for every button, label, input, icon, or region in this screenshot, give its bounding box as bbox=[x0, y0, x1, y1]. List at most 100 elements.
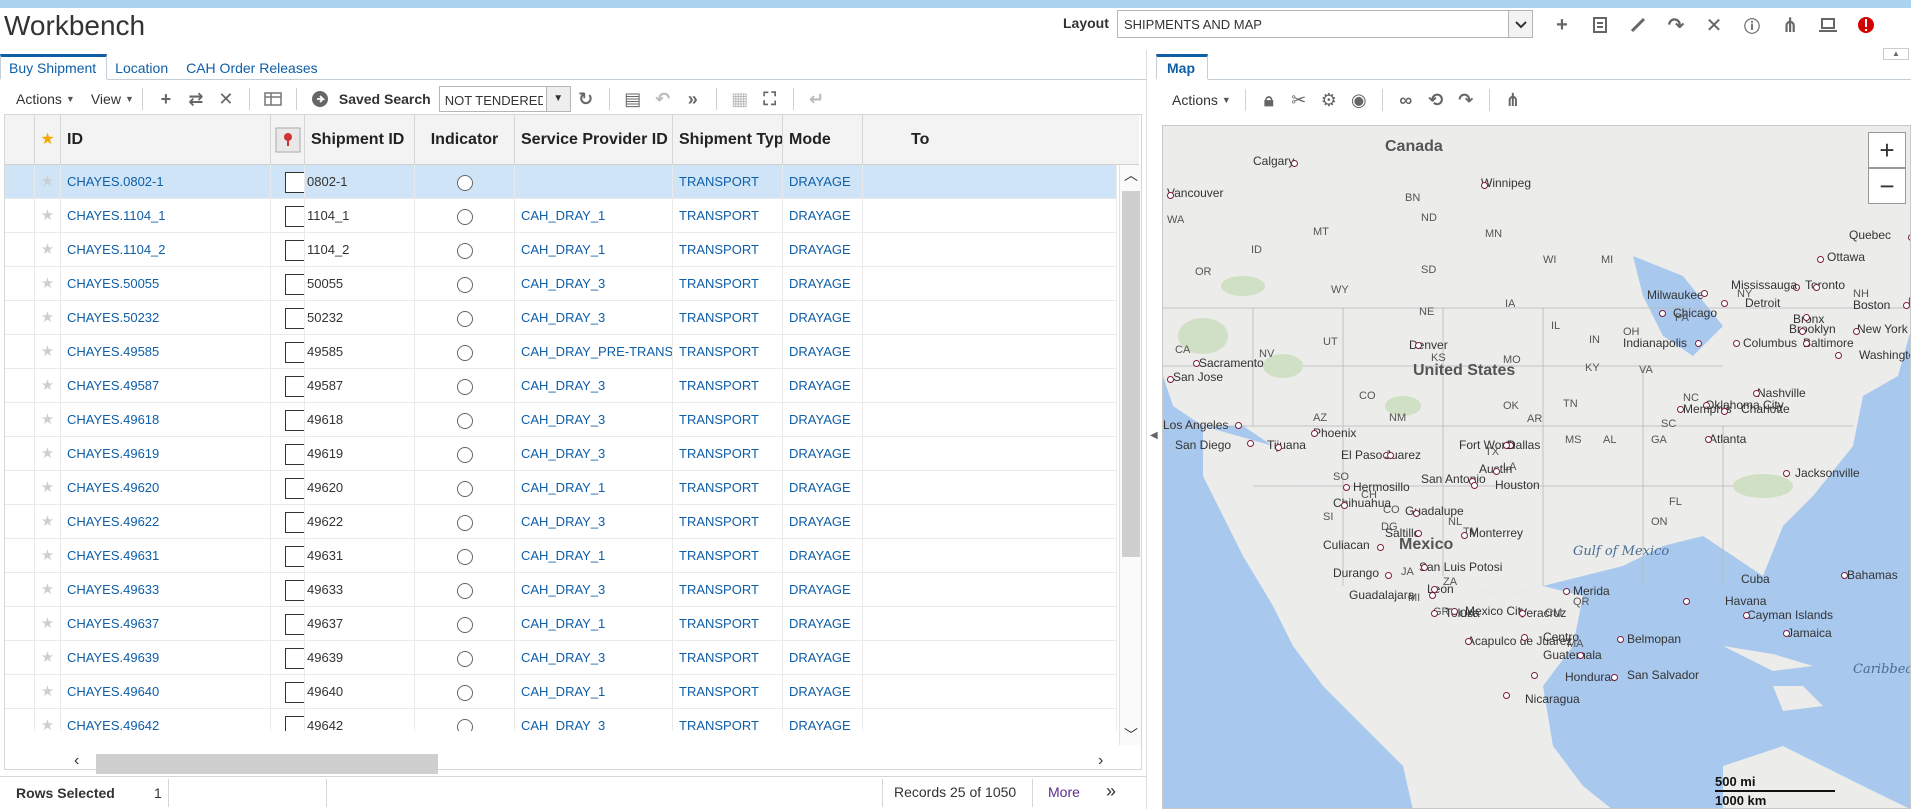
cell-service-provider-id[interactable]: CAH_DRAY_3 bbox=[515, 505, 673, 539]
map-city-marker[interactable] bbox=[1701, 290, 1708, 297]
overflow-icon[interactable]: » bbox=[678, 87, 708, 111]
zoom-in-icon[interactable]: + bbox=[1868, 132, 1906, 168]
fullscreen-icon[interactable]: ⛶ bbox=[755, 87, 785, 111]
vertical-scroll-thumb[interactable] bbox=[1122, 191, 1140, 557]
map-city-marker[interactable] bbox=[1803, 340, 1810, 347]
cell-mode[interactable]: DRAYAGE bbox=[783, 403, 863, 437]
scroll-up-icon[interactable]: ︿ bbox=[1120, 165, 1141, 185]
row-checkbox[interactable] bbox=[285, 716, 304, 731]
indicator-radio[interactable] bbox=[456, 582, 473, 599]
header-to[interactable]: To bbox=[863, 115, 1139, 165]
laptop-icon[interactable] bbox=[1811, 12, 1845, 38]
cell-service-provider-id[interactable]: CAH_DRAY_1 bbox=[515, 539, 673, 573]
cell-shipment-type[interactable]: TRANSPORT bbox=[673, 607, 783, 641]
cell-mode[interactable]: DRAYAGE bbox=[783, 199, 863, 233]
cell-id[interactable]: CHAYES.49619 bbox=[61, 437, 271, 471]
row-checkbox[interactable] bbox=[285, 444, 304, 466]
list-icon[interactable] bbox=[1583, 12, 1617, 38]
table-row[interactable]: ★ CHAYES.49618 49618 CAH_DRAY_3 TRANSPORT DRA… bbox=[5, 403, 1117, 437]
row-checkbox[interactable] bbox=[285, 240, 304, 262]
cell-shipment-type[interactable]: TRANSPORT bbox=[673, 641, 783, 675]
row-checkbox[interactable] bbox=[285, 274, 304, 296]
columns-icon[interactable] bbox=[258, 87, 288, 111]
map-city-marker[interactable] bbox=[1677, 406, 1684, 413]
cell-shipment-type[interactable]: TRANSPORT bbox=[673, 505, 783, 539]
table-row[interactable]: ★ CHAYES.1104_2 1104_2 CAH_DRAY_1 TRANSPORT D… bbox=[5, 233, 1117, 267]
map-city-marker[interactable] bbox=[1521, 634, 1528, 641]
indicator-radio[interactable] bbox=[456, 514, 473, 531]
refresh-icon[interactable]: ↻ bbox=[571, 87, 601, 111]
cell-shipment-type[interactable]: TRANSPORT bbox=[673, 267, 783, 301]
return-icon[interactable]: ↵ bbox=[802, 87, 832, 111]
cell-service-provider-id[interactable]: CAH_DRAY_PRE-TRANS bbox=[515, 335, 673, 369]
cell-mode[interactable]: DRAYAGE bbox=[783, 233, 863, 267]
header-id[interactable]: ID bbox=[61, 115, 271, 165]
cell-id[interactable]: CHAYES.1104_2 bbox=[61, 233, 271, 267]
star-icon[interactable]: ★ bbox=[35, 301, 61, 335]
cell-service-provider-id[interactable]: CAH_DRAY_3 bbox=[515, 301, 673, 335]
cell-mode[interactable]: DRAYAGE bbox=[783, 709, 863, 731]
map-city-marker[interactable] bbox=[1563, 588, 1570, 595]
table-row[interactable]: ★ CHAYES.49633 49633 CAH_DRAY_3 TRANSPORT DRA… bbox=[5, 573, 1117, 607]
cell-id[interactable]: CHAYES.49585 bbox=[61, 335, 271, 369]
map-city-marker[interactable] bbox=[1519, 610, 1526, 617]
header-service-provider-id[interactable]: Service Provider ID bbox=[515, 115, 673, 165]
map-city-marker[interactable] bbox=[1451, 608, 1458, 615]
cell-id[interactable]: CHAYES.49633 bbox=[61, 573, 271, 607]
header-indicator[interactable]: Indicator bbox=[415, 115, 515, 165]
cell-mode[interactable]: DRAYAGE bbox=[783, 675, 863, 709]
cell-service-provider-id[interactable]: CAH_DRAY_3 bbox=[515, 437, 673, 471]
map-city-marker[interactable] bbox=[1743, 612, 1750, 619]
cell-service-provider-id[interactable]: CAH_DRAY_1 bbox=[515, 675, 673, 709]
star-icon[interactable]: ★ bbox=[35, 115, 61, 165]
horizontal-scroll-thumb[interactable] bbox=[96, 754, 438, 774]
cell-mode[interactable]: DRAYAGE bbox=[783, 471, 863, 505]
star-icon[interactable]: ★ bbox=[35, 335, 61, 369]
cell-service-provider-id[interactable]: CAH_DRAY_3 bbox=[515, 403, 673, 437]
cell-service-provider-id[interactable]: CAH_DRAY_1 bbox=[515, 607, 673, 641]
cell-service-provider-id[interactable]: CAH_DRAY_3 bbox=[515, 709, 673, 731]
map-city-marker[interactable] bbox=[1835, 352, 1842, 359]
cell-id[interactable]: CHAYES.49631 bbox=[61, 539, 271, 573]
map-city-marker[interactable] bbox=[1431, 610, 1438, 617]
table-row[interactable]: ★ CHAYES.49620 49620 CAH_DRAY_1 TRANSPORT DRA… bbox=[5, 471, 1117, 505]
indicator-radio[interactable] bbox=[456, 480, 473, 497]
cell-mode[interactable]: DRAYAGE bbox=[783, 505, 863, 539]
map-city-marker[interactable] bbox=[1465, 638, 1472, 645]
layout-select[interactable]: SHIPMENTS AND MAP bbox=[1117, 10, 1533, 38]
table-row[interactable]: ★ CHAYES.50055 50055 CAH_DRAY_3 TRANSPORT DRA… bbox=[5, 267, 1117, 301]
cell-shipment-type[interactable]: TRANSPORT bbox=[673, 165, 783, 199]
map-city-marker[interactable] bbox=[1461, 532, 1468, 539]
map-city-marker[interactable] bbox=[1311, 430, 1318, 437]
row-checkbox[interactable] bbox=[285, 172, 304, 194]
map-city-marker[interactable] bbox=[1247, 440, 1254, 447]
map-city-marker[interactable] bbox=[1387, 452, 1394, 459]
vertical-scrollbar[interactable]: ︿ ﹀ bbox=[1119, 165, 1141, 745]
table-row[interactable]: ★ CHAYES.49631 49631 CAH_DRAY_1 TRANSPORT DRA… bbox=[5, 539, 1117, 573]
binoculars-icon[interactable]: ∞ bbox=[1391, 88, 1421, 112]
header-shipment-id[interactable]: Shipment ID bbox=[305, 115, 415, 165]
info-icon[interactable]: ⓘ bbox=[1735, 12, 1769, 38]
indicator-radio[interactable] bbox=[456, 616, 473, 633]
map-city-marker[interactable] bbox=[1343, 484, 1350, 491]
star-icon[interactable]: ★ bbox=[35, 369, 61, 403]
star-icon[interactable]: ★ bbox=[35, 505, 61, 539]
row-checkbox[interactable] bbox=[285, 376, 304, 398]
cell-id[interactable]: CHAYES.50055 bbox=[61, 267, 271, 301]
cell-shipment-type[interactable]: TRANSPORT bbox=[673, 675, 783, 709]
delete-icon[interactable]: ✕ bbox=[211, 87, 241, 111]
row-checkbox[interactable] bbox=[285, 410, 304, 432]
plus-icon[interactable]: + bbox=[1545, 12, 1579, 38]
chevron-down-icon[interactable]: ▼ bbox=[545, 87, 570, 111]
tab-cah-order-releases[interactable]: CAH Order Releases bbox=[178, 54, 328, 80]
map-city-marker[interactable] bbox=[1493, 468, 1500, 475]
undo-icon[interactable]: ↶ bbox=[648, 87, 678, 111]
table-row[interactable]: ★ CHAYES.49587 49587 CAH_DRAY_3 TRANSPORT DRA… bbox=[5, 369, 1117, 403]
map-city-marker[interactable] bbox=[1503, 442, 1510, 449]
merge-map-icon[interactable]: ⋔ bbox=[1498, 88, 1528, 112]
tab-location[interactable]: Location bbox=[107, 54, 178, 80]
row-checkbox[interactable] bbox=[285, 682, 304, 704]
cell-mode[interactable]: DRAYAGE bbox=[783, 335, 863, 369]
map-city-marker[interactable] bbox=[1291, 160, 1298, 167]
map-view[interactable]: + − Canada United States Mexico Cuba Gul… bbox=[1162, 125, 1911, 809]
